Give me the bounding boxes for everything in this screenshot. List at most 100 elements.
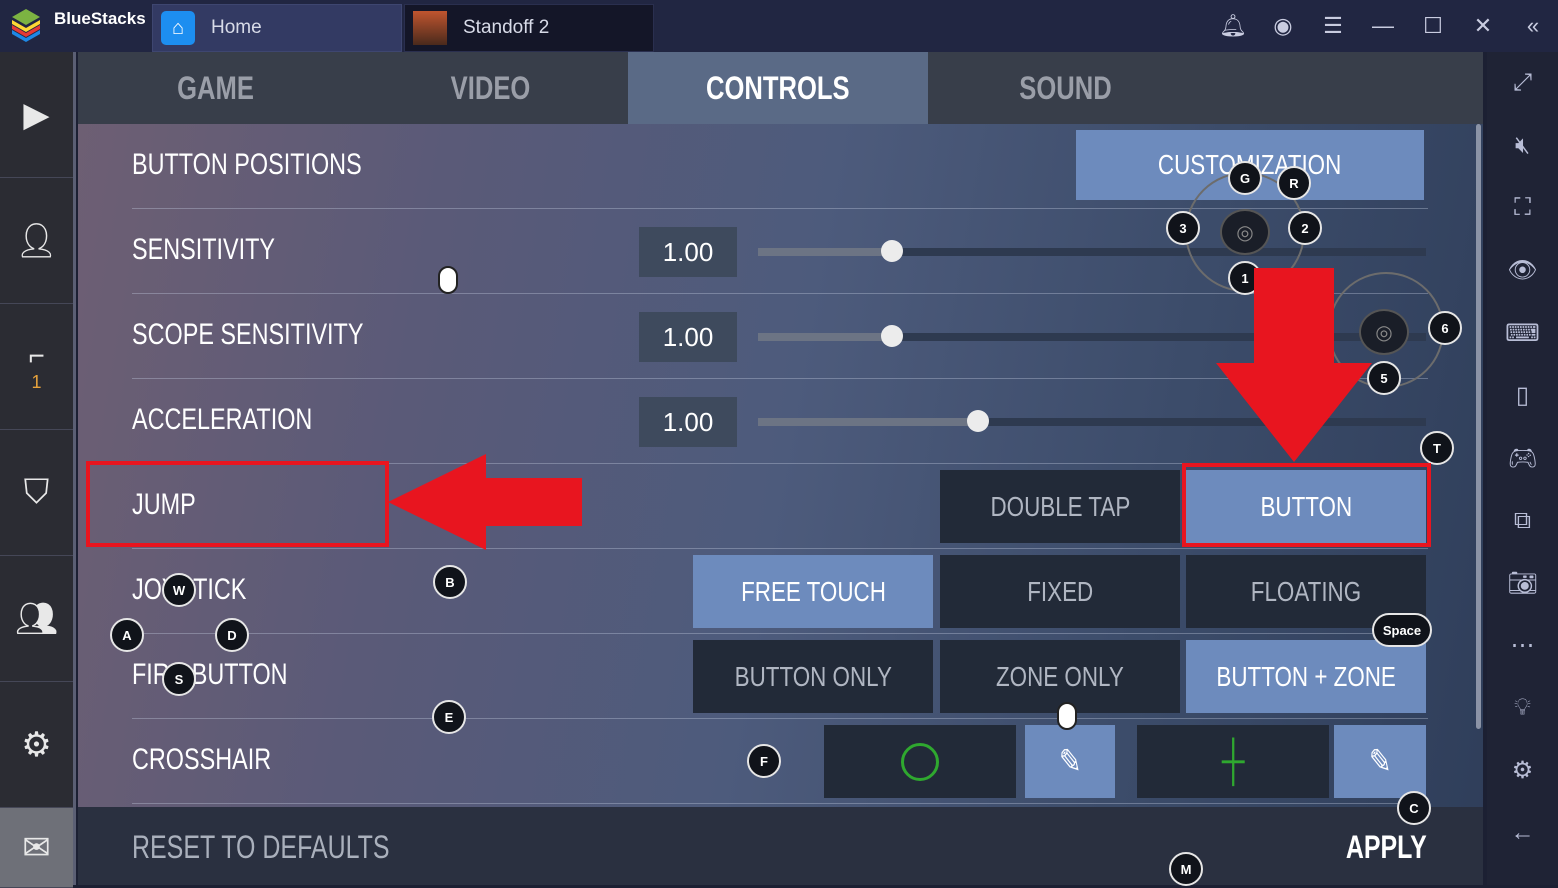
- key-marker[interactable]: 2: [1288, 211, 1322, 245]
- reset-defaults-button[interactable]: RESET TO DEFAULTS: [132, 829, 390, 866]
- slider-knob[interactable]: [880, 240, 903, 262]
- camera-icon[interactable]: 📷︎: [1507, 552, 1537, 615]
- friends-button[interactable]: 👥︎: [0, 556, 73, 682]
- inventory-button[interactable]: ⌐ 1: [0, 304, 73, 430]
- edit-circle-crosshair-button[interactable]: ✎: [1025, 725, 1115, 798]
- jump-highlight-box: [86, 461, 389, 547]
- account-icon[interactable]: ◉: [1258, 13, 1308, 39]
- row-fire-button: FIRE BUTTON BUTTON ONLY ZONE ONLY BUTTON…: [132, 634, 1428, 719]
- bluestacks-logo: [12, 9, 40, 42]
- row-joystick: JOYSTICK FREE TOUCH FIXED FLOATING: [132, 549, 1428, 634]
- keyboard-icon[interactable]: ⌨: [1505, 302, 1540, 365]
- tab-home[interactable]: ⌂ Home: [152, 4, 402, 52]
- edit-cross-crosshair-button[interactable]: ✎: [1334, 725, 1426, 798]
- mail-button[interactable]: ✉: [0, 808, 73, 888]
- key-marker[interactable]: F: [747, 744, 781, 778]
- row-label: CROSSHAIR: [132, 743, 272, 776]
- row-label: SENSITIVITY: [132, 233, 276, 266]
- tab-game[interactable]: GAME: [106, 52, 326, 124]
- settings-icon: ⚙: [21, 725, 52, 764]
- gamepad-icon[interactable]: 🎮︎: [1507, 427, 1537, 490]
- sensitivity-slider[interactable]: [758, 240, 1426, 262]
- tab-standoff-2[interactable]: Standoff 2: [404, 4, 654, 52]
- cross-crosshair-icon: ┼: [1221, 739, 1245, 783]
- tab-sound[interactable]: SOUND: [956, 52, 1176, 124]
- brand-name: BlueStacks: [54, 9, 146, 28]
- joystick-free-touch[interactable]: FREE TOUCH: [693, 555, 933, 628]
- gear-icon[interactable]: ⚙: [1512, 740, 1534, 803]
- settings-tabs: GAME VIDEO CONTROLS SOUND: [78, 52, 1483, 124]
- jump-double-tap[interactable]: DOUBLE TAP: [940, 470, 1180, 543]
- key-marker[interactable]: M: [1169, 852, 1203, 886]
- joystick-fixed[interactable]: FIXED: [940, 555, 1180, 628]
- scope-sensitivity-value[interactable]: 1.00: [639, 312, 737, 362]
- key-marker[interactable]: T: [1420, 431, 1454, 465]
- title-bar: BlueStacks ⌂ Home Standoff 2 🔔︎ ◉ ☰ — ☐ ✕…: [0, 0, 1558, 52]
- bulb-icon[interactable]: 💡︎: [1514, 677, 1531, 740]
- row-label: FIRE BUTTON: [132, 658, 288, 691]
- fire-zone-only[interactable]: ZONE ONLY: [940, 640, 1180, 713]
- crosshair-cross-preview[interactable]: ┼: [1137, 725, 1329, 798]
- key-marker[interactable]: 6: [1428, 311, 1462, 345]
- circle-crosshair-icon: [901, 742, 939, 781]
- slider-knob[interactable]: [967, 410, 990, 432]
- row-label: SCOPE SENSITIVITY: [132, 318, 364, 351]
- tab-video[interactable]: VIDEO: [381, 52, 601, 124]
- back-icon[interactable]: ←: [1511, 802, 1535, 865]
- maximize-icon[interactable]: ☐: [1408, 13, 1458, 39]
- tab-controls[interactable]: CONTROLS: [628, 52, 928, 124]
- settings-button[interactable]: ⚙: [0, 682, 73, 808]
- mouse-icon[interactable]: [438, 266, 458, 294]
- left-arrow-annotation: [388, 454, 582, 550]
- game-sidebar: ▶ 👤︎ ⌐ 1 ⛉ 👥︎ ⚙ ✉: [0, 52, 76, 888]
- inventory-count: 1: [31, 372, 42, 392]
- bell-icon[interactable]: 🔔︎: [1208, 13, 1258, 39]
- device-icon[interactable]: ▯: [1516, 365, 1529, 428]
- eye-icon[interactable]: 👁︎: [1507, 240, 1537, 303]
- game-icon: [413, 11, 447, 45]
- fullscreen-icon[interactable]: ⤢: [1513, 52, 1532, 115]
- home-icon: ⌂: [161, 11, 195, 45]
- fire-button-only[interactable]: BUTTON ONLY: [693, 640, 933, 713]
- key-marker[interactable]: B: [433, 565, 467, 599]
- key-marker[interactable]: S: [162, 662, 196, 696]
- acceleration-value[interactable]: 1.00: [639, 397, 737, 447]
- apply-button[interactable]: APPLY: [1346, 829, 1427, 866]
- collapse-icon[interactable]: «: [1508, 13, 1558, 39]
- pencil-icon: ✎: [1368, 742, 1392, 781]
- key-marker[interactable]: W: [162, 573, 196, 607]
- key-marker[interactable]: R: [1277, 166, 1311, 200]
- aim-eye-icon[interactable]: ◎: [1220, 209, 1270, 255]
- key-marker[interactable]: G: [1228, 161, 1262, 195]
- key-marker[interactable]: Space: [1372, 613, 1432, 647]
- fire-button-zone[interactable]: BUTTON + ZONE: [1186, 640, 1426, 713]
- key-marker[interactable]: D: [215, 618, 249, 652]
- settings-footer: RESET TO DEFAULTS APPLY: [78, 807, 1483, 885]
- pistol-icon: ⌐: [28, 340, 45, 371]
- key-marker[interactable]: 3: [1166, 211, 1200, 245]
- profile-button[interactable]: 👤︎: [0, 178, 73, 304]
- close-icon[interactable]: ✕: [1458, 13, 1508, 39]
- key-marker[interactable]: C: [1397, 791, 1431, 825]
- profile-icon: 👤︎: [14, 221, 59, 260]
- screenshot-select-icon[interactable]: ⛶: [1514, 177, 1531, 240]
- clan-button[interactable]: ⛉: [0, 430, 73, 556]
- pencil-icon: ✎: [1058, 742, 1082, 781]
- mouse-icon[interactable]: [1057, 702, 1077, 730]
- friends-icon: 👥︎: [14, 599, 59, 638]
- slider-knob[interactable]: [880, 325, 903, 347]
- sensitivity-value[interactable]: 1.00: [639, 227, 737, 277]
- down-arrow-annotation: [1216, 268, 1372, 462]
- minimize-icon[interactable]: —: [1358, 13, 1408, 39]
- scrollbar[interactable]: [1476, 124, 1481, 729]
- tab-label: Home: [211, 17, 262, 38]
- mute-icon[interactable]: 🔇︎: [1515, 115, 1530, 178]
- play-button[interactable]: ▶: [0, 52, 73, 178]
- more-icon[interactable]: ⋯: [1511, 615, 1535, 678]
- key-marker[interactable]: A: [110, 618, 144, 652]
- media-icon[interactable]: ⧉: [1514, 490, 1531, 553]
- mail-icon: ✉: [22, 828, 51, 867]
- menu-icon[interactable]: ☰: [1308, 13, 1358, 39]
- crosshair-circle-preview[interactable]: [824, 725, 1016, 798]
- key-marker[interactable]: E: [432, 700, 466, 734]
